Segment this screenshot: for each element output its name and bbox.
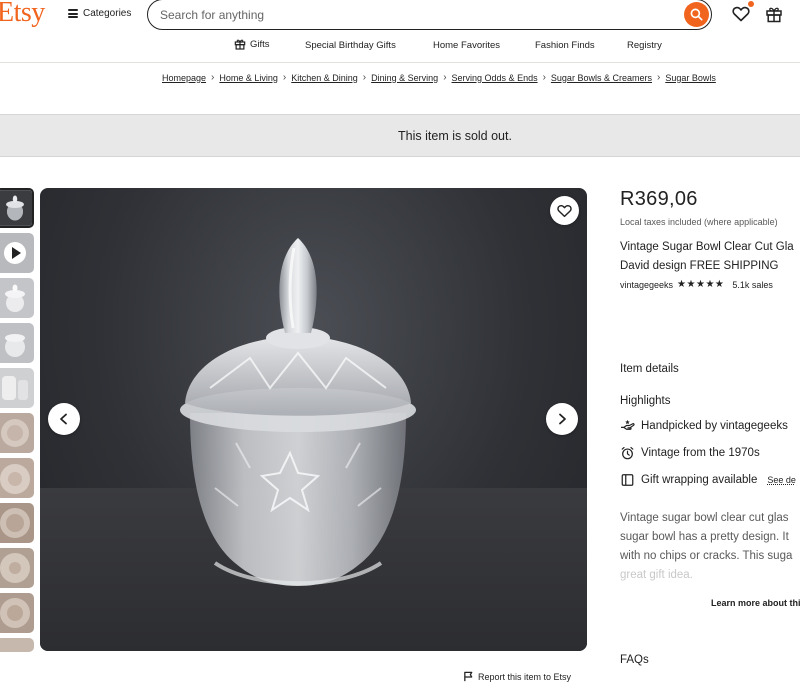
learn-more-link[interactable]: Learn more about thi <box>711 598 800 608</box>
next-image-button[interactable] <box>546 403 578 435</box>
chevron-right-icon: › <box>443 72 447 83</box>
thumbnail-10[interactable] <box>0 593 34 633</box>
breadcrumb-kitchen-dining[interactable]: Kitchen & Dining <box>291 73 358 83</box>
thumbnail-5[interactable] <box>0 368 34 408</box>
breadcrumb-sugar-bowls-creamers[interactable]: Sugar Bowls & Creamers <box>551 73 652 83</box>
sugar-bowl-thumbnail <box>0 323 34 363</box>
gift-icon[interactable] <box>765 5 783 23</box>
thumbnail-1[interactable] <box>0 188 34 228</box>
breadcrumb-home-living[interactable]: Home & Living <box>219 73 278 83</box>
search-input[interactable] <box>160 6 660 23</box>
chevron-left-icon <box>60 413 67 425</box>
main-product-image[interactable] <box>40 188 587 651</box>
gift-wrap-text: Gift wrapping available <box>641 474 758 486</box>
nav-gifts[interactable]: Gifts <box>234 38 270 50</box>
thumbnail-4[interactable] <box>0 323 34 363</box>
description-line: Vintage sugar bowl clear cut glas <box>620 512 789 524</box>
chevron-right-icon: › <box>282 72 287 83</box>
see-details-link[interactable]: See de <box>767 475 796 485</box>
favorites-heart-icon[interactable] <box>732 6 750 22</box>
glass-detail-thumbnail <box>0 638 34 652</box>
favorite-button[interactable] <box>550 196 579 225</box>
search-icon <box>690 8 703 21</box>
handpicked-shop-link[interactable]: vintagegeeks <box>720 420 788 432</box>
description-line: great gift idea. <box>620 569 693 581</box>
thumbnail-video[interactable] <box>0 233 34 273</box>
glass-detail-thumbnail <box>0 503 34 543</box>
handpicked-prefix: Handpicked by <box>641 419 718 432</box>
categories-button[interactable]: Categories <box>68 8 131 19</box>
sugar-bowl-thumbnail <box>0 368 34 408</box>
thumbnail-11[interactable] <box>0 638 34 652</box>
thumbnail-9[interactable] <box>0 548 34 588</box>
shop-name-link[interactable]: vintagegeeks <box>620 280 673 290</box>
breadcrumb-dining-serving[interactable]: Dining & Serving <box>371 73 438 83</box>
flag-icon <box>464 671 473 682</box>
title-line-2: David design FREE SHIPPING <box>620 260 779 272</box>
description: Vintage sugar bowl clear cut glas sugar … <box>620 509 800 585</box>
header-divider <box>0 62 800 63</box>
breadcrumb-homepage[interactable]: Homepage <box>162 73 206 83</box>
price: R369,06 <box>620 188 698 210</box>
menu-icon <box>68 9 78 18</box>
breadcrumb-serving-odds-ends[interactable]: Serving Odds & Ends <box>452 73 538 83</box>
nav-gifts-label: Gifts <box>250 38 270 50</box>
categories-label: Categories <box>83 8 132 19</box>
chevron-right-icon: › <box>542 72 546 83</box>
nav-registry[interactable]: Registry <box>627 40 662 51</box>
report-label: Report this item to Etsy <box>478 671 572 682</box>
nav-home-favorites[interactable]: Home Favorites <box>433 40 500 51</box>
sold-out-text: This item is sold out. <box>398 128 512 143</box>
report-item-link[interactable]: Report this item to Etsy <box>463 671 571 682</box>
chevron-right-icon: › <box>362 72 367 83</box>
rating-stars: ★★★★★ <box>677 279 725 290</box>
sales-count: 5.1k sales <box>732 279 773 290</box>
previous-image-button[interactable] <box>48 403 80 435</box>
glass-detail-thumbnail <box>0 413 34 453</box>
notification-dot <box>748 1 754 7</box>
search-bar <box>147 0 712 30</box>
clock-icon <box>621 446 634 460</box>
search-button[interactable] <box>684 2 709 27</box>
thumbnail-6[interactable] <box>0 413 34 453</box>
glass-detail-thumbnail <box>0 458 34 498</box>
breadcrumb-sugar-bowls[interactable]: Sugar Bowls <box>665 73 716 83</box>
thumbnail-8[interactable] <box>0 503 34 543</box>
description-line: sugar bowl has a pretty design. It <box>620 531 789 543</box>
video-thumbnail <box>0 233 34 273</box>
product-title: Vintage Sugar Bowl Clear Cut Gla David d… <box>620 238 800 276</box>
gift-icon <box>234 39 246 50</box>
glass-detail-thumbnail <box>0 593 34 633</box>
hand-icon <box>621 419 635 430</box>
highlight-gift-wrap: Gift wrapping available See de <box>620 473 796 487</box>
highlight-vintage: Vintage from the 1970s <box>620 446 760 460</box>
thumbnail-3[interactable] <box>0 278 34 318</box>
site-header: Etsy Categories <box>0 0 800 30</box>
sugar-bowl-thumbnail <box>0 190 32 226</box>
description-line: with no chips or cracks. This suga <box>620 550 793 562</box>
tax-note: Local taxes included (where applicable) <box>620 217 778 227</box>
heart-icon <box>557 204 572 217</box>
etsy-logo[interactable]: Etsy <box>0 0 45 29</box>
highlights-heading: Highlights <box>620 395 671 407</box>
highlight-handpicked: Handpicked by vintagegeeks <box>620 419 788 432</box>
sugar-bowl-photo <box>180 238 416 586</box>
faqs-heading[interactable]: FAQs <box>620 654 649 666</box>
glass-detail-thumbnail <box>0 548 34 588</box>
shop-info: vintagegeeks ★★★★★ 5.1k sales <box>620 279 773 290</box>
gift-card-icon <box>621 474 634 486</box>
title-line-1: Vintage Sugar Bowl Clear Cut Gla <box>620 241 794 253</box>
thumbnail-7[interactable] <box>0 458 34 498</box>
item-details-heading: Item details <box>620 363 679 375</box>
chevron-right-icon <box>559 413 566 425</box>
category-nav: Gifts Special Birthday Gifts Home Favori… <box>0 37 800 55</box>
nav-special-birthday-gifts[interactable]: Special Birthday Gifts <box>305 40 396 51</box>
breadcrumb: Homepage › Home & Living › Kitchen & Dinin… <box>162 72 716 83</box>
nav-fashion-finds[interactable]: Fashion Finds <box>535 40 595 51</box>
chevron-right-icon: › <box>656 72 661 83</box>
vintage-text: Vintage from the 1970s <box>641 447 760 459</box>
sugar-bowl-thumbnail <box>0 278 34 318</box>
sold-out-banner: This item is sold out. <box>0 114 800 157</box>
chevron-right-icon: › <box>211 72 215 83</box>
